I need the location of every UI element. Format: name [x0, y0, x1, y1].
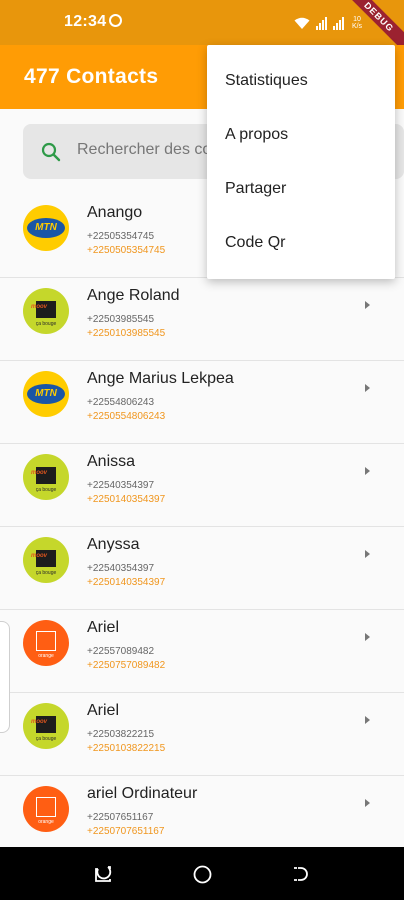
contact-name: Ange Roland [87, 287, 180, 304]
contact-old-number: +22540354397 [87, 480, 155, 491]
page-title: 477 Contacts [24, 65, 159, 88]
contact-row[interactable]: moov ça bouge Ange Roland +22503985545 +2… [0, 278, 404, 361]
contact-row[interactable]: moov ça bouge Anyssa +22540354397 +225014… [0, 527, 404, 610]
chevron-right-icon[interactable] [365, 799, 370, 807]
back-icon[interactable] [292, 865, 310, 883]
status-bar: 12:34 10 K/s DEBUG [0, 0, 404, 61]
chevron-right-icon[interactable] [365, 301, 370, 309]
wifi-icon [294, 17, 310, 29]
contact-new-number: +2250140354397 [87, 577, 166, 588]
orange-logo-icon: orange [23, 620, 69, 666]
menu-item-statistiques[interactable]: Statistiques [207, 54, 395, 108]
contact-row[interactable]: MTN Ange Marius Lekpea +22554806243 +225… [0, 361, 404, 444]
contact-new-number: +2250103822215 [87, 743, 166, 754]
contact-list[interactable]: MTN Anango +22505354745 +2250505354745 m… [0, 195, 404, 859]
contact-row[interactable]: moov ça bouge Ariel +22503822215 +2250103… [0, 693, 404, 776]
contact-name: Ariel [87, 702, 120, 719]
status-app-icon [109, 14, 122, 27]
mtn-logo-icon: MTN [23, 205, 69, 251]
signal-icon [316, 17, 327, 30]
contact-name: ariel Ordinateur [87, 785, 198, 802]
menu-item-code-qr[interactable]: Code Qr [207, 216, 395, 270]
contact-new-number: +2250554806243 [87, 411, 166, 422]
system-nav-bar [0, 847, 404, 900]
contact-old-number: +22554806243 [87, 397, 155, 408]
contact-name: Anango [87, 204, 143, 221]
contact-old-number: +22557089482 [87, 646, 155, 657]
search-icon [41, 142, 61, 162]
moov-logo-icon: moov ça bouge [23, 288, 69, 334]
contact-name: Anissa [87, 453, 136, 470]
menu-item-a-propos[interactable]: A propos [207, 108, 395, 162]
contact-row[interactable]: orange Ariel +22557089482 +2250757089482 [0, 610, 404, 693]
moov-logo-icon: moov ça bouge [23, 454, 69, 500]
chevron-right-icon[interactable] [365, 633, 370, 641]
contact-new-number: +2250707651167 [87, 826, 165, 837]
home-icon[interactable] [193, 865, 212, 884]
contact-old-number: +22540354397 [87, 563, 155, 574]
contact-row[interactable]: moov ça bouge Anissa +22540354397 +225014… [0, 444, 404, 527]
contact-new-number: +2250140354397 [87, 494, 166, 505]
contact-old-number: +22503822215 [87, 729, 155, 740]
status-time: 12:34 [64, 13, 107, 30]
moov-logo-icon: moov ça bouge [23, 703, 69, 749]
menu-item-partager[interactable]: Partager [207, 162, 395, 216]
contact-name: Ange Marius Lekpea [87, 370, 234, 387]
side-drawer-handle[interactable] [0, 621, 10, 733]
moov-logo-icon: moov ça bouge [23, 537, 69, 583]
orange-logo-icon: orange [23, 786, 69, 832]
chevron-right-icon[interactable] [365, 467, 370, 475]
chevron-right-icon[interactable] [365, 550, 370, 558]
overflow-menu: Statistiques A propos Partager Code Qr [207, 45, 395, 279]
recent-apps-icon[interactable] [94, 865, 112, 883]
contact-old-number: +22505354745 [87, 231, 155, 242]
chevron-right-icon[interactable] [365, 716, 370, 724]
mtn-logo-icon: MTN [23, 371, 69, 417]
contact-old-number: +22503985545 [87, 314, 155, 325]
chevron-right-icon[interactable] [365, 384, 370, 392]
contact-new-number: +2250505354745 [87, 245, 166, 256]
signal-icon-2 [333, 17, 344, 30]
network-speed: 10 K/s [351, 16, 363, 30]
contact-new-number: +2250103985545 [87, 328, 166, 339]
contact-old-number: +22507651167 [87, 812, 154, 823]
contact-name: Anyssa [87, 536, 140, 553]
contact-name: Ariel [87, 619, 120, 636]
contact-new-number: +2250757089482 [87, 660, 166, 671]
